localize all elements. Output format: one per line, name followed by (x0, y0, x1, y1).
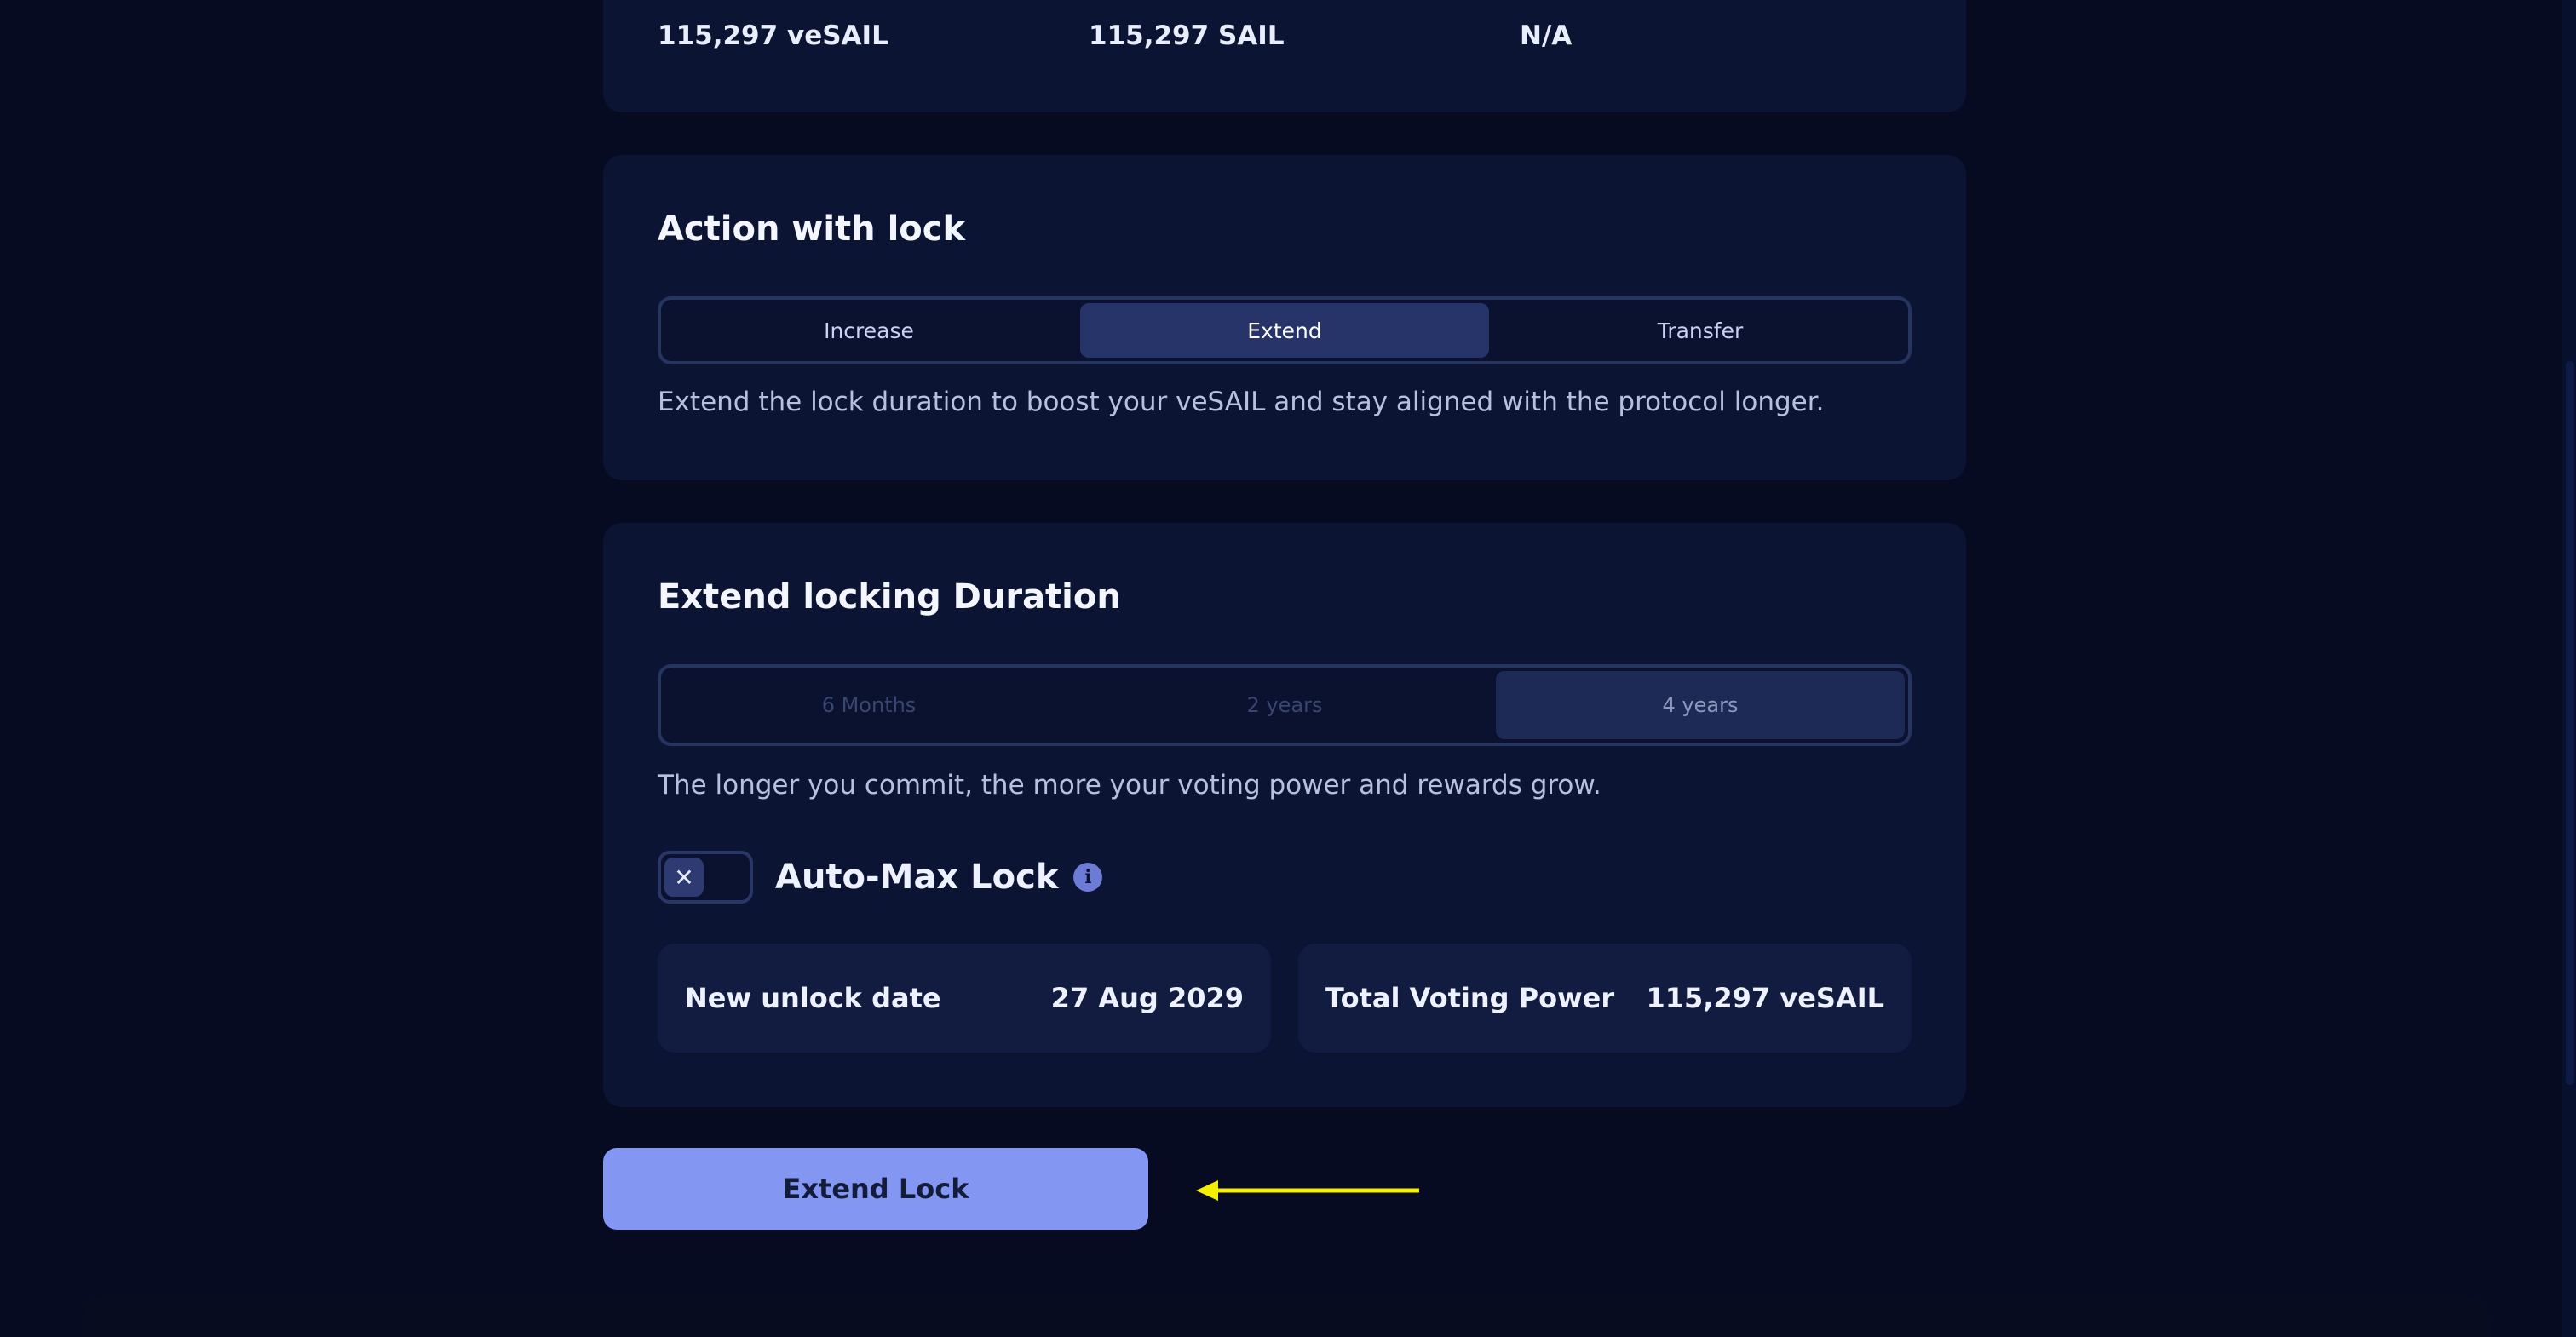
tab-increase[interactable]: Increase (664, 303, 1073, 358)
action-tabs: Increase Extend Transfer (658, 296, 1912, 364)
close-icon: ✕ (664, 858, 704, 897)
voting-power-label: Total Voting Power (1325, 982, 1615, 1014)
unlock-date-box: New unlock date 27 Aug 2029 (658, 944, 1271, 1053)
scrollbar[interactable] (2562, 0, 2576, 1337)
voting-power-box: Total Voting Power 115,297 veSAIL (1298, 944, 1912, 1053)
tab-extend[interactable]: Extend (1080, 303, 1489, 358)
page: 115,297 veSAIL 115,297 SAIL N/A Action w… (0, 0, 2576, 1337)
duration-card-title: Extend locking Duration (658, 577, 1121, 617)
extend-duration-card: Extend locking Duration 6 Months 2 years… (603, 523, 1966, 1107)
stat-sail: 115,297 SAIL (1089, 20, 1285, 51)
annotation-arrow-icon (1196, 1180, 1419, 1201)
info-icon[interactable]: i (1073, 863, 1103, 892)
unlock-date-label: New unlock date (685, 982, 941, 1014)
action-card-title: Action with lock (658, 209, 966, 249)
auto-max-lock-toggle[interactable]: ✕ (658, 851, 753, 904)
duration-option-2-years[interactable]: 2 years (1080, 671, 1489, 739)
action-with-lock-card: Action with lock Increase Extend Transfe… (603, 155, 1966, 480)
bottom-panel (82, 1296, 2489, 1337)
scrollbar-thumb[interactable] (2566, 361, 2574, 1085)
auto-max-lock-label: Auto-Max Lock (775, 858, 1059, 897)
stat-vesail: 115,297 veSAIL (658, 20, 888, 51)
duration-options: 6 Months 2 years 4 years (658, 664, 1912, 746)
duration-description: The longer you commit, the more your vot… (658, 770, 1601, 800)
unlock-date-value: 27 Aug 2029 (1050, 982, 1244, 1014)
duration-option-6-months[interactable]: 6 Months (664, 671, 1073, 739)
tab-transfer[interactable]: Transfer (1496, 303, 1905, 358)
voting-power-value: 115,297 veSAIL (1646, 982, 1884, 1014)
extend-lock-button[interactable]: Extend Lock (603, 1148, 1148, 1230)
action-description: Extend the lock duration to boost your v… (658, 387, 1825, 417)
lock-stats-card: 115,297 veSAIL 115,297 SAIL N/A (603, 0, 1966, 112)
duration-option-4-years[interactable]: 4 years (1496, 671, 1905, 739)
auto-max-lock-row: ✕ Auto-Max Lock i (658, 850, 1103, 904)
stat-extra: N/A (1520, 20, 1573, 51)
